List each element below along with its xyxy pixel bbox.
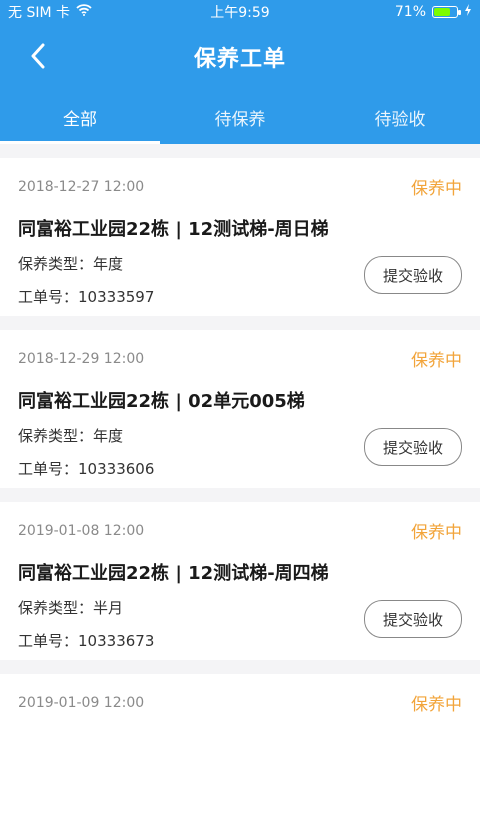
submit-acceptance-button[interactable]: 提交验收 <box>364 600 462 638</box>
order-card[interactable]: 2018-12-27 12:00 保养中 同富裕工业园22栋 | 12测试梯-周… <box>0 158 480 316</box>
order-number-label: 工单号： <box>18 632 79 650</box>
type-value: 年度 <box>93 427 124 445</box>
order-time: 2018-12-29 12:00 <box>18 350 145 367</box>
order-card[interactable]: 2019-01-08 12:00 保养中 同富裕工业园22栋 | 12测试梯-周… <box>0 502 480 660</box>
order-number-label: 工单号： <box>18 460 79 478</box>
order-card[interactable]: 2018-12-29 12:00 保养中 同富裕工业园22栋 | 02单元005… <box>0 330 480 488</box>
status-left: 无 SIM 卡 <box>8 2 92 22</box>
order-card[interactable]: 2019-01-09 12:00 保养中 <box>0 674 480 832</box>
order-name: 同富裕工业园22栋 | 12测试梯-周日梯 <box>18 219 329 240</box>
nav-bar: 保养工单 <box>0 24 480 90</box>
back-button[interactable] <box>18 38 58 78</box>
submit-acceptance-button[interactable]: 提交验收 <box>364 428 462 466</box>
order-status: 保养中 <box>411 351 462 371</box>
order-time: 2019-01-08 12:00 <box>18 522 145 539</box>
carrier-label: 无 SIM 卡 <box>8 5 70 21</box>
order-status: 保养中 <box>411 523 462 543</box>
charging-icon <box>464 4 472 20</box>
page-title: 保养工单 <box>193 47 286 72</box>
tab-pending-acceptance[interactable]: 待验收 <box>320 90 480 144</box>
chevron-left-icon <box>30 43 46 73</box>
order-time: 2018-12-27 12:00 <box>18 178 145 195</box>
type-value: 年度 <box>93 255 124 273</box>
app-header: 无 SIM 卡 上午9:59 71% 保养工单 全部 待保养 待验收 <box>0 0 480 144</box>
tab-pending-maintenance[interactable]: 待保养 <box>160 90 320 144</box>
order-status: 保养中 <box>411 179 462 199</box>
order-status: 保养中 <box>411 695 462 715</box>
type-label: 保养类型： <box>18 599 94 617</box>
type-label: 保养类型： <box>18 255 94 273</box>
order-number-label: 工单号： <box>18 288 79 306</box>
order-time: 2019-01-09 12:00 <box>18 694 145 711</box>
status-bar: 无 SIM 卡 上午9:59 71% <box>0 0 480 24</box>
type-value: 半月 <box>93 599 124 617</box>
wifi-icon <box>76 4 92 20</box>
order-number: 10333673 <box>78 632 155 650</box>
type-label: 保养类型： <box>18 427 94 445</box>
order-number: 10333606 <box>78 460 155 478</box>
tab-bar: 全部 待保养 待验收 <box>0 90 480 144</box>
status-right: 71% <box>395 4 472 20</box>
order-name: 同富裕工业园22栋 | 02单元005梯 <box>18 391 305 412</box>
battery-percent: 71% <box>394 4 426 20</box>
order-number: 10333597 <box>78 288 155 306</box>
tab-all[interactable]: 全部 <box>0 90 160 144</box>
order-list: 2018-12-27 12:00 保养中 同富裕工业园22栋 | 12测试梯-周… <box>0 158 480 832</box>
submit-acceptance-button[interactable]: 提交验收 <box>364 256 462 294</box>
order-name: 同富裕工业园22栋 | 12测试梯-周四梯 <box>18 563 329 584</box>
battery-icon <box>432 6 461 18</box>
